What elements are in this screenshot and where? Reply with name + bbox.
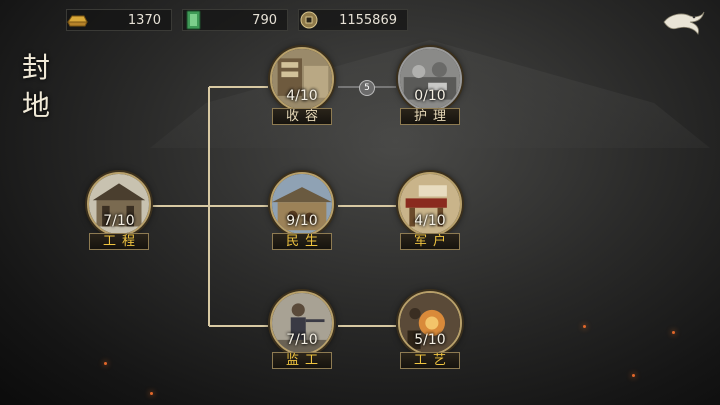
minsheng-progress: 9/10 [286,213,318,229]
node-junhu[interactable]: 4/10 军户 [394,172,466,252]
junhu-label: 军户 [400,233,460,250]
unlock-requirement-badge: 5 [359,80,375,96]
node-minsheng[interactable]: 9/10 民生 [266,172,338,252]
junhu-progress: 4/10 [414,213,446,229]
node-jiangong[interactable]: 7/10 监工 [266,291,338,371]
gongyi-label: 工艺 [400,352,460,369]
node-gongyi[interactable]: 5/10 工艺 [394,291,466,371]
node-shourong[interactable]: 4/10 收容 [266,47,338,127]
huli-progress: 0/10 [414,88,446,104]
jiangong-progress: 7/10 [286,332,318,348]
huli-label: 护理 [400,108,460,125]
node-huli[interactable]: 0/10 护理 [394,47,466,127]
shourong-label: 收容 [272,108,332,125]
jiangong-label: 监工 [272,352,332,369]
node-gongcheng[interactable]: 7/10 工程 [83,172,155,252]
gongcheng-label: 工程 [89,233,149,250]
gongyi-progress: 5/10 [414,332,446,348]
minsheng-label: 民生 [272,233,332,250]
shourong-progress: 4/10 [286,88,318,104]
gongcheng-progress: 7/10 [103,213,135,229]
